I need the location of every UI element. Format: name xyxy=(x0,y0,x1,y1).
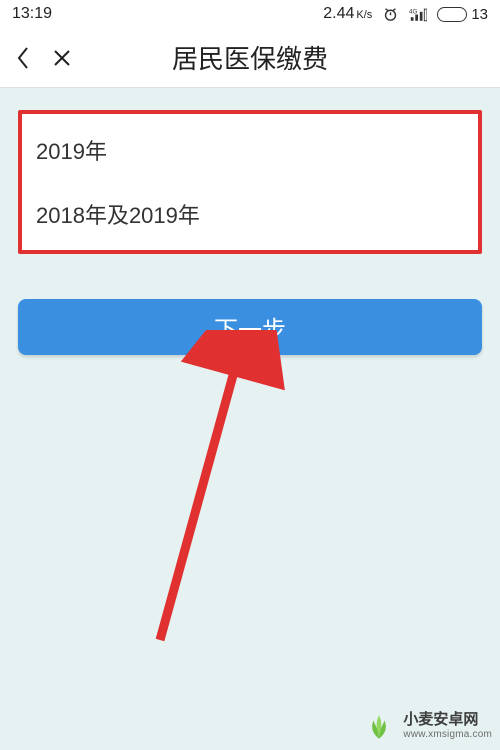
next-button-label: 下一步 xyxy=(214,310,286,345)
annotation-arrow xyxy=(130,330,350,660)
watermark-logo-icon xyxy=(361,708,397,744)
status-network-speed: 2.44 K/s xyxy=(323,5,372,23)
close-icon xyxy=(52,48,72,68)
battery-indicator: 13 xyxy=(437,6,488,23)
close-button[interactable] xyxy=(42,28,82,88)
watermark-text: 小麦安卓网 www.xmsigma.com xyxy=(403,712,492,740)
content-area: 2019年 2018年及2019年 下一步 xyxy=(0,88,500,355)
back-button[interactable] xyxy=(0,28,46,88)
battery-percent: 13 xyxy=(471,6,488,23)
status-time: 13:19 xyxy=(12,5,52,23)
status-right-cluster: 2.44 K/s 4G 13 xyxy=(323,5,488,23)
status-bar: 13:19 2.44 K/s 4G 13 xyxy=(0,0,500,28)
battery-icon xyxy=(437,7,467,22)
year-option-group-highlight: 2019年 2018年及2019年 xyxy=(18,110,482,254)
watermark-name-en: www.xmsigma.com xyxy=(403,729,492,740)
signal-icon: 4G xyxy=(409,7,427,22)
chevron-left-icon xyxy=(15,45,31,71)
next-button[interactable]: 下一步 xyxy=(18,299,482,355)
year-option[interactable]: 2019年 xyxy=(22,118,478,182)
alarm-icon xyxy=(382,6,399,23)
app-screen: 13:19 2.44 K/s 4G 13 居民医保缴费 xyxy=(0,0,500,750)
year-option[interactable]: 2018年及2019年 xyxy=(22,182,478,246)
nav-bar: 居民医保缴费 xyxy=(0,28,500,88)
watermark-name-cn: 小麦安卓网 xyxy=(403,712,492,729)
watermark: 小麦安卓网 www.xmsigma.com xyxy=(361,708,492,744)
